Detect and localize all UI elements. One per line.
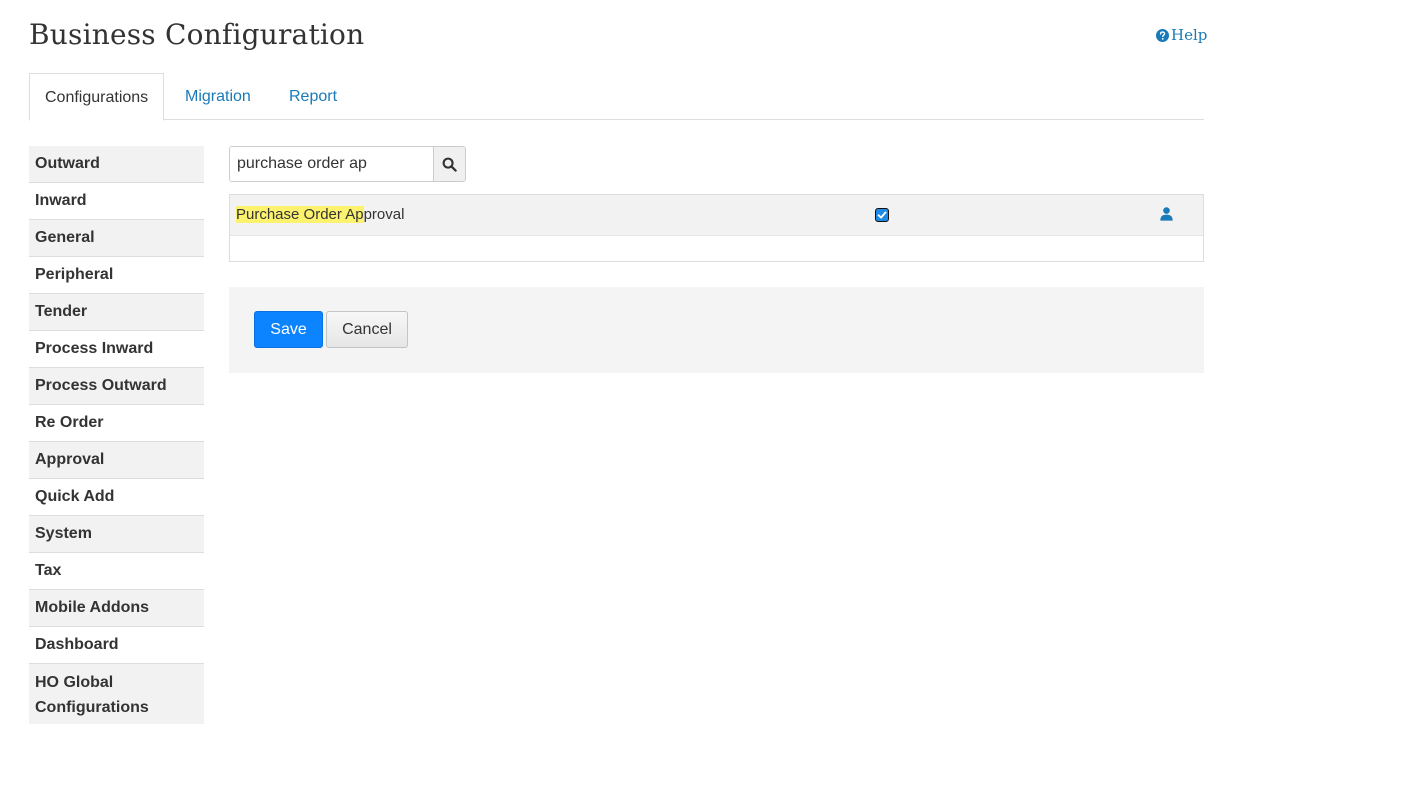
sidebar-item-inward[interactable]: Inward bbox=[29, 183, 204, 220]
cancel-button[interactable]: Cancel bbox=[326, 311, 408, 348]
sidebar-item-system[interactable]: System bbox=[29, 516, 204, 553]
sidebar-item-mobile-addons[interactable]: Mobile Addons bbox=[29, 590, 204, 627]
tab-bar: Configurations Migration Report bbox=[29, 73, 1204, 121]
action-bar: Save Cancel bbox=[229, 287, 1204, 373]
check-icon bbox=[877, 211, 887, 219]
sidebar-item-process-inward[interactable]: Process Inward bbox=[29, 331, 204, 368]
search-results: Purchase Order Approval bbox=[229, 194, 1204, 262]
help-link[interactable]: Help bbox=[1156, 26, 1207, 44]
user-icon[interactable] bbox=[1160, 207, 1173, 226]
sidebar-item-general[interactable]: General bbox=[29, 220, 204, 257]
sidebar-item-ho-global-configurations[interactable]: HO Global Configurations bbox=[29, 664, 204, 724]
result-checkbox[interactable] bbox=[875, 208, 889, 222]
result-label-highlight: Purchase Order Ap bbox=[236, 206, 364, 223]
page-title: Business Configuration bbox=[29, 18, 365, 51]
result-label: Purchase Order Approval bbox=[236, 206, 404, 223]
sidebar: Outward Inward General Peripheral Tender… bbox=[29, 146, 204, 724]
save-button[interactable]: Save bbox=[254, 311, 323, 348]
search-icon bbox=[442, 157, 457, 172]
sidebar-item-process-outward[interactable]: Process Outward bbox=[29, 368, 204, 405]
help-label: Help bbox=[1171, 26, 1208, 44]
sidebar-item-peripheral[interactable]: Peripheral bbox=[29, 257, 204, 294]
table-row: Purchase Order Approval bbox=[230, 195, 1203, 236]
result-label-rest: proval bbox=[363, 206, 405, 223]
sidebar-item-approval[interactable]: Approval bbox=[29, 442, 204, 479]
sidebar-item-outward[interactable]: Outward bbox=[29, 146, 204, 183]
sidebar-item-tender[interactable]: Tender bbox=[29, 294, 204, 331]
tab-configurations[interactable]: Configurations bbox=[29, 73, 165, 121]
sidebar-item-quick-add[interactable]: Quick Add bbox=[29, 479, 204, 516]
question-circle-icon bbox=[1156, 28, 1169, 42]
search-group bbox=[229, 146, 466, 182]
search-input[interactable] bbox=[230, 147, 433, 181]
search-button[interactable] bbox=[433, 147, 465, 181]
tab-migration[interactable]: Migration bbox=[185, 73, 251, 120]
tab-report[interactable]: Report bbox=[289, 73, 337, 120]
sidebar-item-re-order[interactable]: Re Order bbox=[29, 405, 204, 442]
sidebar-item-dashboard[interactable]: Dashboard bbox=[29, 627, 204, 664]
sidebar-item-tax[interactable]: Tax bbox=[29, 553, 204, 590]
